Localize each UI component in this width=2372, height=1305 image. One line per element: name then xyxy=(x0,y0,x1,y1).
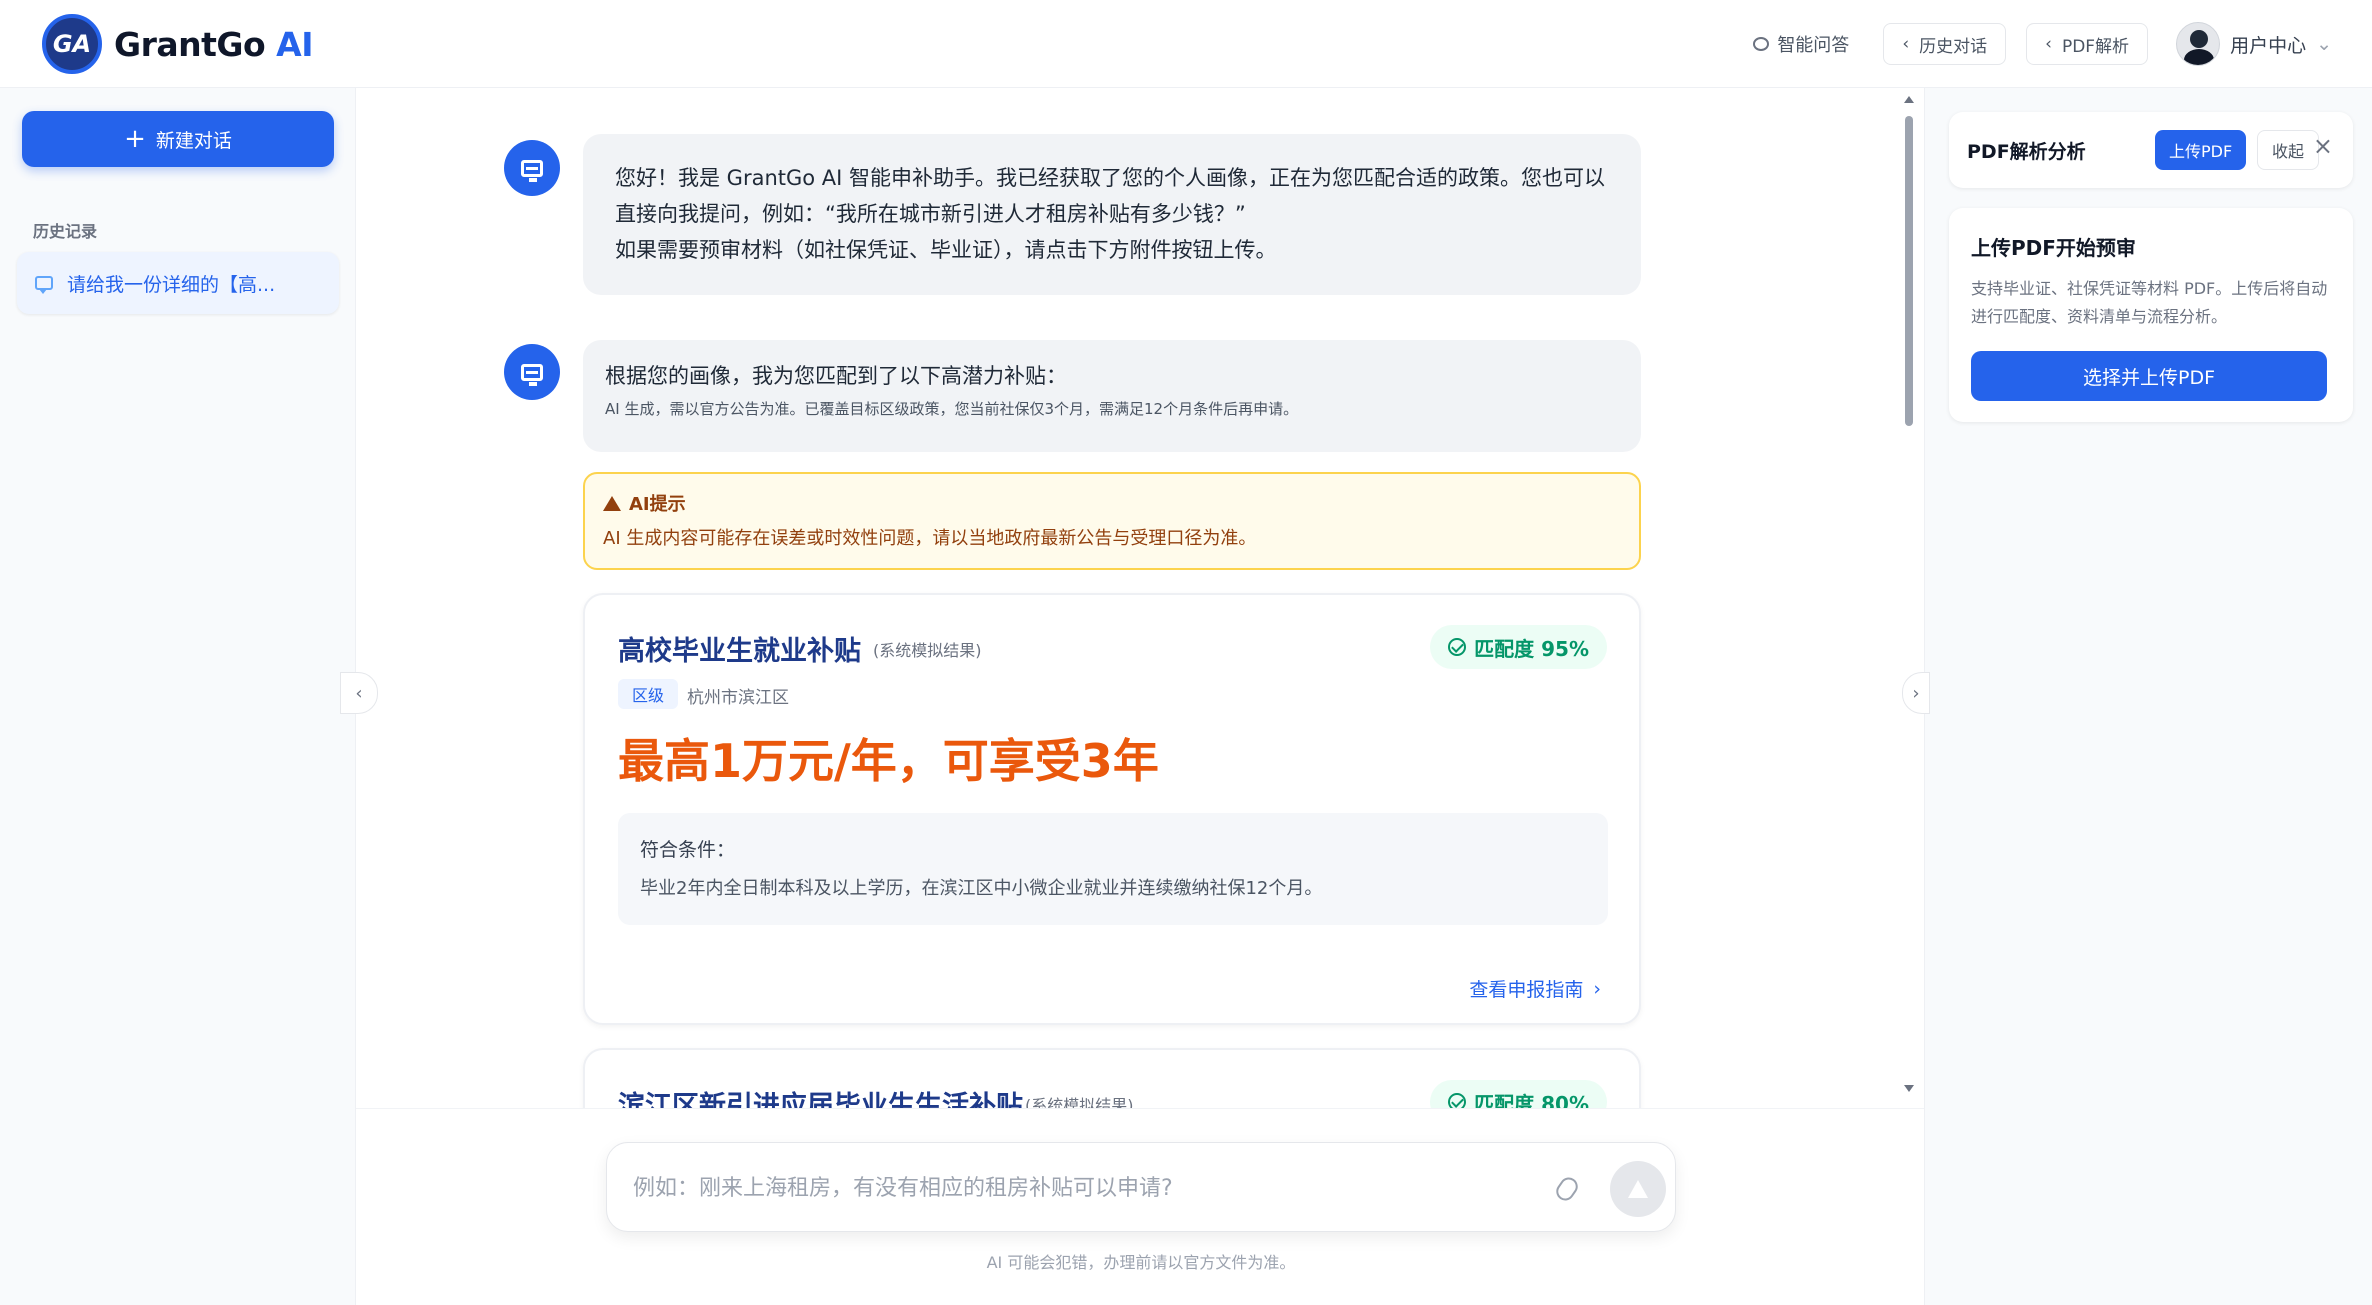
match-badge: 匹配度 80% xyxy=(1430,1080,1607,1108)
new-chat-label: 新建对话 xyxy=(155,129,232,152)
view-guide-label: 查看申报指南 xyxy=(1469,979,1584,1001)
match-badge: 匹配度 95% xyxy=(1430,625,1607,669)
warning-icon xyxy=(603,495,621,511)
match-label: 匹配度 95% xyxy=(1474,636,1589,661)
warning-header: AI提示 xyxy=(603,490,1621,516)
paperclip-icon[interactable] xyxy=(1552,1174,1582,1204)
collapse-sidebar-button[interactable]: ‹ xyxy=(340,672,378,714)
chevron-right-icon: › xyxy=(1912,682,1920,704)
upload-pdf-button[interactable]: 上传PDF xyxy=(2155,130,2247,170)
top-nav: 智能问答 ‹ 历史对话 ‹ PDF解析 用户中心 ⌄ xyxy=(1739,22,2332,66)
bot-avatar xyxy=(504,140,560,196)
nav-history-button[interactable]: ‹ 历史对话 xyxy=(1883,23,2007,65)
select-upload-pdf-button[interactable]: 选择并上传PDF xyxy=(1971,351,2327,401)
chevron-left-icon: ‹ xyxy=(2045,34,2052,54)
send-button[interactable] xyxy=(1610,1161,1666,1217)
check-circle-icon xyxy=(1448,638,1467,656)
ai-warning-box: AI提示 AI 生成内容可能存在误差或时效性问题，请以当地政府最新公告与受理口径… xyxy=(583,472,1641,570)
message-subtext: AI 生成，需以官方公告为准。已覆盖目标区级政策，您当前社保仅3个月，需满足12… xyxy=(605,400,1299,418)
scrollbar[interactable] xyxy=(1902,96,1914,1092)
logo-icon: GA xyxy=(42,14,102,74)
chevron-left-icon: ‹ xyxy=(355,682,363,704)
history-item[interactable]: 请给我一份详细的【高... xyxy=(17,252,339,314)
logo[interactable]: GA GrantGo AI xyxy=(42,14,313,74)
bot-message-bubble: 根据您的画像，我为您匹配到了以下高潜力补贴： AI 生成，需以官方公告为准。已覆… xyxy=(583,340,1641,452)
match-label: 匹配度 80% xyxy=(1474,1091,1589,1109)
nav-smart-qa-label: 智能问答 xyxy=(1777,35,1850,56)
send-icon xyxy=(1628,1180,1648,1198)
top-header: GA GrantGo AI 智能问答 ‹ 历史对话 ‹ PDF解析 用户中心 ⌄ xyxy=(0,0,2372,88)
nav-pdf-button[interactable]: ‹ PDF解析 xyxy=(2026,23,2149,65)
message-line: 您好！我是 GrantGo AI 智能申补助手。我已经获取了您的个人画像，正在为… xyxy=(615,166,1606,190)
card-title: 高校毕业生就业补贴 xyxy=(618,636,861,667)
bot-message-bubble: 您好！我是 GrantGo AI 智能申补助手。我已经获取了您的个人画像，正在为… xyxy=(583,134,1641,295)
scroll-down-arrow[interactable] xyxy=(1904,1085,1914,1092)
chat-input[interactable] xyxy=(633,1165,1513,1211)
chevron-right-icon: › xyxy=(1593,977,1601,1000)
scroll-thumb[interactable] xyxy=(1905,116,1913,426)
sidebar: + 新建对话 历史记录 请给我一份详细的【高... xyxy=(0,88,356,1305)
collapse-button[interactable]: 收起 xyxy=(2257,130,2320,170)
location-text: 杭州市滨江区 xyxy=(687,688,789,708)
logo-text: GrantGo AI xyxy=(114,24,313,64)
view-guide-link[interactable]: 查看申报指南 › xyxy=(1469,975,1601,1002)
app-root: GA GrantGo AI 智能问答 ‹ 历史对话 ‹ PDF解析 用户中心 ⌄ xyxy=(0,0,2372,1305)
history-item-label: 请给我一份详细的【高... xyxy=(67,273,276,296)
scroll-up-arrow[interactable] xyxy=(1904,96,1914,103)
subsidy-amount: 最高1万元/年，可享受3年 xyxy=(618,734,1159,788)
condition-text: 毕业2年内全日制本科及以上学历，在滨江区中小微企业就业并连续缴纳社保12个月。 xyxy=(640,878,1323,899)
pdf-panel-title: PDF解析分析 xyxy=(1967,140,2086,163)
right-panel: PDF解析分析 上传PDF 收起 × 上传PDF开始预审 支持毕业证、社保凭证等… xyxy=(1924,88,2372,1305)
chat-input-box xyxy=(606,1142,1676,1232)
message-text: 根据您的画像，我为您匹配到了以下高潜力补贴： xyxy=(605,364,1067,388)
warning-text: AI 生成内容可能存在误差或时效性问题，请以当地政府最新公告与受理口径为准。 xyxy=(603,528,1257,549)
card-title: 滨江区新引进应届毕业生生活补贴 xyxy=(618,1091,1023,1108)
user-menu[interactable]: 用户中心 ⌄ xyxy=(2176,22,2332,66)
check-circle-icon xyxy=(1448,1093,1467,1108)
warning-title: AI提示 xyxy=(629,494,686,515)
new-chat-button[interactable]: + 新建对话 xyxy=(22,111,334,167)
nav-history-label: 历史对话 xyxy=(1919,36,1988,57)
chat-bubble-icon xyxy=(1753,37,1770,51)
chat-scroll-area[interactable]: 您好！我是 GrantGo AI 智能申补助手。我已经获取了您的个人画像，正在为… xyxy=(356,88,1902,1108)
condition-label: 符合条件： xyxy=(640,839,736,861)
upload-card-title: 上传PDF开始预审 xyxy=(1971,236,2136,260)
nav-smart-qa[interactable]: 智能问答 xyxy=(1739,22,1863,66)
bot-avatar xyxy=(504,344,560,400)
subsidy-card: 高校毕业生就业补贴 (系统模拟结果) 匹配度 95% 区级 杭州市滨江区 最高1… xyxy=(583,593,1641,1025)
chevron-down-icon: ⌄ xyxy=(2316,33,2332,55)
plus-icon: + xyxy=(124,124,146,154)
card-subtitle: (系统模拟结果) xyxy=(873,641,982,660)
history-title: 历史记录 xyxy=(33,222,98,241)
user-center-label: 用户中心 xyxy=(2230,34,2307,57)
subsidy-card: 滨江区新引进应届毕业生生活补贴 (系统模拟结果) 匹配度 80% xyxy=(583,1048,1641,1108)
nav-pdf-label: PDF解析 xyxy=(2061,36,2130,57)
condition-box: 符合条件： 毕业2年内全日制本科及以上学历，在滨江区中小微企业就业并连续缴纳社保… xyxy=(618,813,1608,925)
disclaimer-footnote: AI 可能会犯错，办理前请以官方文件为准。 xyxy=(986,1253,1296,1272)
close-icon[interactable]: × xyxy=(2313,132,2333,160)
monitor-icon xyxy=(521,159,543,182)
chevron-left-icon: ‹ xyxy=(1902,34,1910,54)
message-line: 如果需要预审材料（如社保凭证、毕业证），请点击下方附件按钮上传。 xyxy=(615,238,1277,262)
card-subtitle: (系统模拟结果) xyxy=(1025,1096,1134,1108)
level-tag: 区级 xyxy=(618,679,679,709)
message-line: 直接向我提问，例如：“我所在城市新引进人才租房补贴有多少钱？” xyxy=(615,202,1246,226)
pdf-upload-card: 上传PDF开始预审 支持毕业证、社保凭证等材料 PDF。上传后将自动进行匹配度、… xyxy=(1949,208,2353,422)
avatar xyxy=(2176,22,2221,66)
upload-card-description: 支持毕业证、社保凭证等材料 PDF。上传后将自动进行匹配度、资料清单与流程分析。 xyxy=(1971,279,2328,326)
pdf-panel-header: PDF解析分析 上传PDF 收起 × xyxy=(1949,112,2353,188)
monitor-icon xyxy=(521,363,543,386)
chat-icon xyxy=(35,276,53,294)
